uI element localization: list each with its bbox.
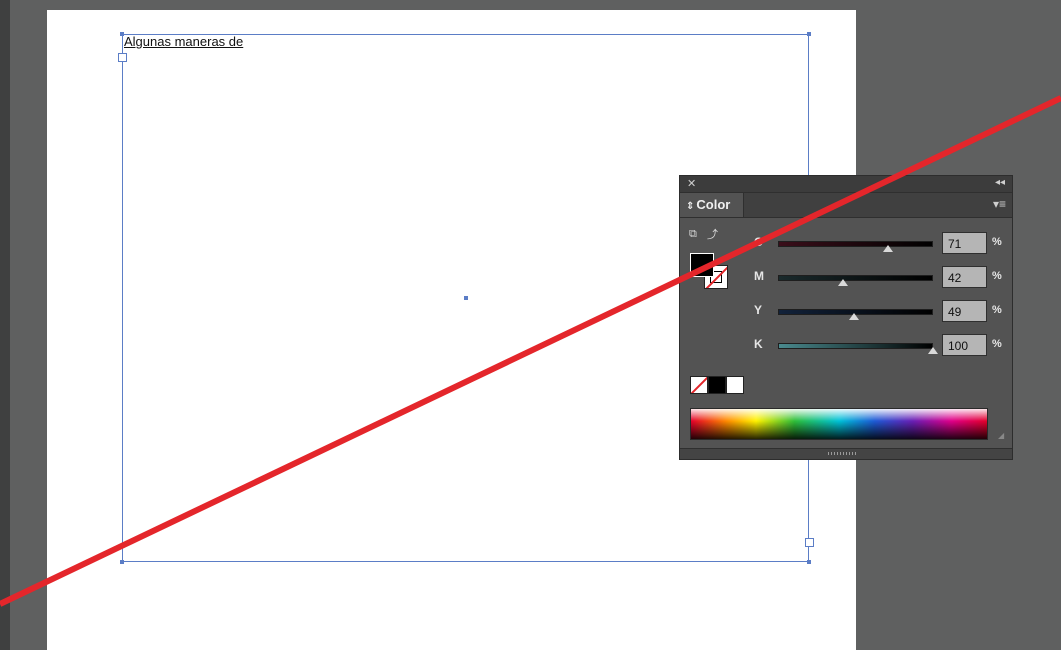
workspace-edge <box>0 0 10 650</box>
channel-value-input[interactable]: 100 <box>942 334 987 356</box>
channel-value-input[interactable]: 49 <box>942 300 987 322</box>
frame-handle-bottom-right[interactable] <box>807 560 811 564</box>
slider-thumb[interactable] <box>838 279 849 286</box>
tab-arrows-icon: ⇕ <box>686 201 695 212</box>
slider-black: K 100 % <box>750 334 1010 356</box>
white-swatch[interactable] <box>726 376 744 394</box>
tab-color[interactable]: ⇕ Color <box>680 193 744 217</box>
tab-color-label: Color <box>696 197 731 212</box>
channel-value-input[interactable]: 71 <box>942 232 987 254</box>
slider-track[interactable] <box>778 343 933 349</box>
frame-handle-top-right[interactable] <box>807 32 811 36</box>
panel-bottom-bar[interactable] <box>680 448 1012 459</box>
none-swatch[interactable] <box>690 376 708 394</box>
color-panel: ✕ ◂◂ ⇕ Color ▾≡ ⧉ ⤴ C 71 % M 42 % Y 49 % … <box>679 175 1013 460</box>
swap-fill-stroke-icon[interactable]: ⤴ <box>707 226 718 242</box>
channel-value-input[interactable]: 42 <box>942 266 987 288</box>
percent-unit: % <box>992 236 1002 248</box>
default-fill-stroke-icon[interactable]: ⧉ <box>689 228 697 241</box>
slider-track[interactable] <box>778 275 933 281</box>
panel-tab-row: ⇕ Color ▾≡ <box>680 193 1012 218</box>
slider-magenta: M 42 % <box>750 266 1010 288</box>
close-icon[interactable]: ✕ <box>687 177 696 190</box>
channel-label: M <box>754 269 764 283</box>
drag-grip-icon[interactable] <box>828 452 858 455</box>
slider-yellow: Y 49 % <box>750 300 1010 322</box>
in-port[interactable] <box>118 53 127 62</box>
percent-unit: % <box>992 270 1002 282</box>
percent-unit: % <box>992 338 1002 350</box>
frame-handle-bottom-left[interactable] <box>120 560 124 564</box>
slider-thumb[interactable] <box>848 313 859 320</box>
slider-track[interactable] <box>778 241 933 247</box>
channel-label: K <box>754 337 763 351</box>
slider-thumb[interactable] <box>883 245 894 252</box>
black-swatch[interactable] <box>708 376 726 394</box>
pasteboard-left <box>10 0 47 650</box>
panel-menu-icon[interactable]: ▾≡ <box>993 197 1006 211</box>
fill-swatch[interactable] <box>690 253 714 277</box>
color-spectrum-ramp[interactable] <box>690 408 988 440</box>
slider-cyan: C 71 % <box>750 232 1010 254</box>
panel-title-bar[interactable]: ✕ ◂◂ <box>680 176 1012 193</box>
out-port[interactable] <box>805 538 814 547</box>
frame-center-point[interactable] <box>464 296 468 300</box>
none-slash <box>691 377 707 393</box>
percent-unit: % <box>992 304 1002 316</box>
resize-grip-icon[interactable]: ◢ <box>998 431 1008 441</box>
collapse-icon[interactable]: ◂◂ <box>995 177 1005 188</box>
channel-label: Y <box>754 303 763 317</box>
frame-text[interactable]: Algunas maneras de <box>124 34 243 49</box>
channel-label: C <box>754 235 763 249</box>
slider-thumb[interactable] <box>928 347 938 354</box>
